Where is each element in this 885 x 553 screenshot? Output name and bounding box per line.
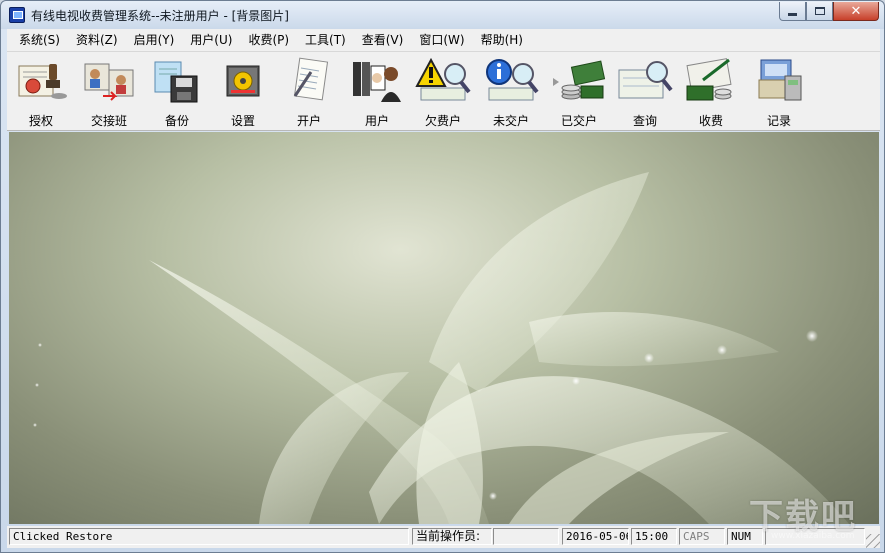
toolbar-label: 备份 [164,114,189,128]
maximize-icon [814,7,825,15]
toolbar-button-open-account[interactable]: 开户 [277,54,341,130]
menu-view[interactable]: 查看(V) [354,30,412,50]
toolbar-label: 欠费户 [424,114,461,128]
maximize-button[interactable] [806,2,833,21]
unpaid-icon [486,59,539,101]
toolbar-label: 收费 [698,114,723,128]
records-icon [758,59,802,101]
menu-data[interactable]: 资料(Z) [68,30,126,50]
menu-window[interactable]: 窗口(W) [411,30,472,50]
menu-system[interactable]: 系统(S) [11,30,68,50]
toolbar-label: 用户 [364,114,389,128]
watermark-url: www.xiazaiba.com [771,531,855,541]
open-account-icon [293,57,329,101]
menu-tools[interactable]: 工具(T) [297,30,354,50]
toolbar-label: 记录 [766,114,791,128]
background-picture-area [9,132,879,524]
menu-charge[interactable]: 收费(P) [240,30,297,50]
toolbar-button-records[interactable]: 记录 [747,54,811,130]
flower-background [33,172,849,524]
paid-icon [553,60,606,100]
resize-grip[interactable] [866,534,880,548]
toolbar-button-shift-handover[interactable]: 交接班 [77,54,141,130]
toolbar-button-charge[interactable]: 收费 [679,54,743,130]
toolbar-button-query[interactable]: 查询 [613,54,677,130]
toolbar-label: 已交户 [560,114,597,128]
close-button[interactable]: ✕ [833,2,879,21]
minimize-icon [788,12,797,16]
toolbar-button-arrears[interactable]: 欠费户 [411,54,475,130]
caps-lock-indicator: CAPS [679,528,725,545]
title-bar[interactable]: 有线电视收费管理系统--未注册用户 - [背景图片] ✕ [1,1,884,29]
toolbar-button-authorize[interactable]: 授权 [9,54,73,130]
toolbar-label: 查询 [632,114,657,128]
toolbar-button-settings[interactable]: 设置 [211,54,275,130]
toolbar-button-unpaid[interactable]: 未交户 [479,54,543,130]
arrears-icon [415,57,471,101]
backup-icon [154,61,198,103]
minimize-button[interactable] [779,2,806,21]
authorize-icon [18,64,67,99]
operator-value [493,528,559,545]
close-icon: ✕ [850,3,862,19]
toolbar-label: 开户 [296,114,321,128]
window-title: 有线电视收费管理系统--未注册用户 - [背景图片] [31,9,289,23]
users-icon [353,62,401,102]
toolbar-button-users[interactable]: 用户 [345,54,409,130]
toolbar-label: 授权 [28,114,53,128]
menu-bar: 系统(S) 资料(Z) 启用(Y) 用户(U) 收费(P) 工具(T) 查看(V… [7,29,880,51]
toolbar-label: 交接班 [90,114,127,128]
menu-help[interactable]: 帮助(H) [473,30,531,50]
status-date: 2016-05-06 [562,528,629,545]
app-icon[interactable] [9,7,25,23]
toolbar: 授权 交接班 备份 设置 开户 用户 欠费户 未交户 已交户 查询 收费 记录 [7,51,880,131]
menu-user[interactable]: 用户(U) [182,30,240,50]
query-icon [618,61,673,99]
shift-handover-icon [84,63,134,101]
toolbar-button-backup[interactable]: 备份 [145,54,209,130]
toolbar-label: 设置 [230,114,255,128]
status-message: Clicked Restore [9,528,409,545]
status-time: 15:00 [631,528,677,545]
toolbar-button-paid[interactable]: 已交户 [547,54,611,130]
settings-icon [226,65,260,97]
charge-icon [686,58,732,101]
toolbar-label: 未交户 [492,114,529,128]
menu-enable[interactable]: 启用(Y) [126,30,183,50]
app-window: 有线电视收费管理系统--未注册用户 - [背景图片] ✕ 系统(S) 资料(Z)… [0,0,885,553]
operator-label: 当前操作员: [412,528,492,545]
